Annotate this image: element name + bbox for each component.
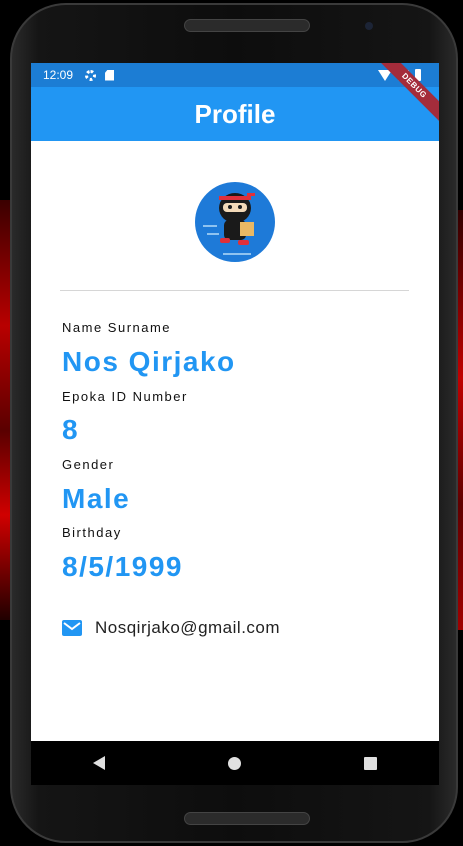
- name-surname-label: Name Surname: [62, 320, 172, 335]
- avatar: [195, 182, 275, 262]
- page-title: Profile: [194, 98, 276, 129]
- android-nav-bar: [31, 741, 439, 785]
- name-surname-value: Nos Qirjako: [62, 346, 236, 377]
- birthday-value: 8/5/1999: [62, 551, 183, 582]
- gender-label: Gender: [62, 457, 115, 472]
- birthday-label: Birthday: [62, 525, 122, 540]
- epoka-id-value: 8: [62, 414, 80, 445]
- app-bar: Profile: [31, 87, 439, 141]
- sim-card-icon: [105, 69, 115, 81]
- front-camera: [365, 22, 373, 30]
- home-icon[interactable]: [227, 756, 241, 770]
- recent-apps-icon[interactable]: [364, 756, 378, 770]
- ninja-avatar-icon: [203, 193, 255, 255]
- email-text[interactable]: Nosqirjako@gmail.com: [95, 618, 280, 638]
- status-bar: 12:09: [31, 63, 439, 87]
- back-icon[interactable]: [92, 756, 105, 770]
- app-screen: 12:09 Profile DEBUG Name Surname Nos Qir…: [31, 63, 439, 741]
- status-time: 12:09: [43, 68, 74, 82]
- mail-icon: [62, 620, 82, 636]
- avatar-divider: [60, 290, 409, 291]
- gear-icon: [85, 69, 97, 81]
- email-row[interactable]: Nosqirjako@gmail.com: [62, 618, 280, 638]
- top-speaker: [184, 19, 310, 32]
- epoka-id-label: Epoka ID Number: [62, 389, 188, 404]
- gender-value: Male: [62, 483, 131, 514]
- bottom-speaker: [184, 812, 310, 825]
